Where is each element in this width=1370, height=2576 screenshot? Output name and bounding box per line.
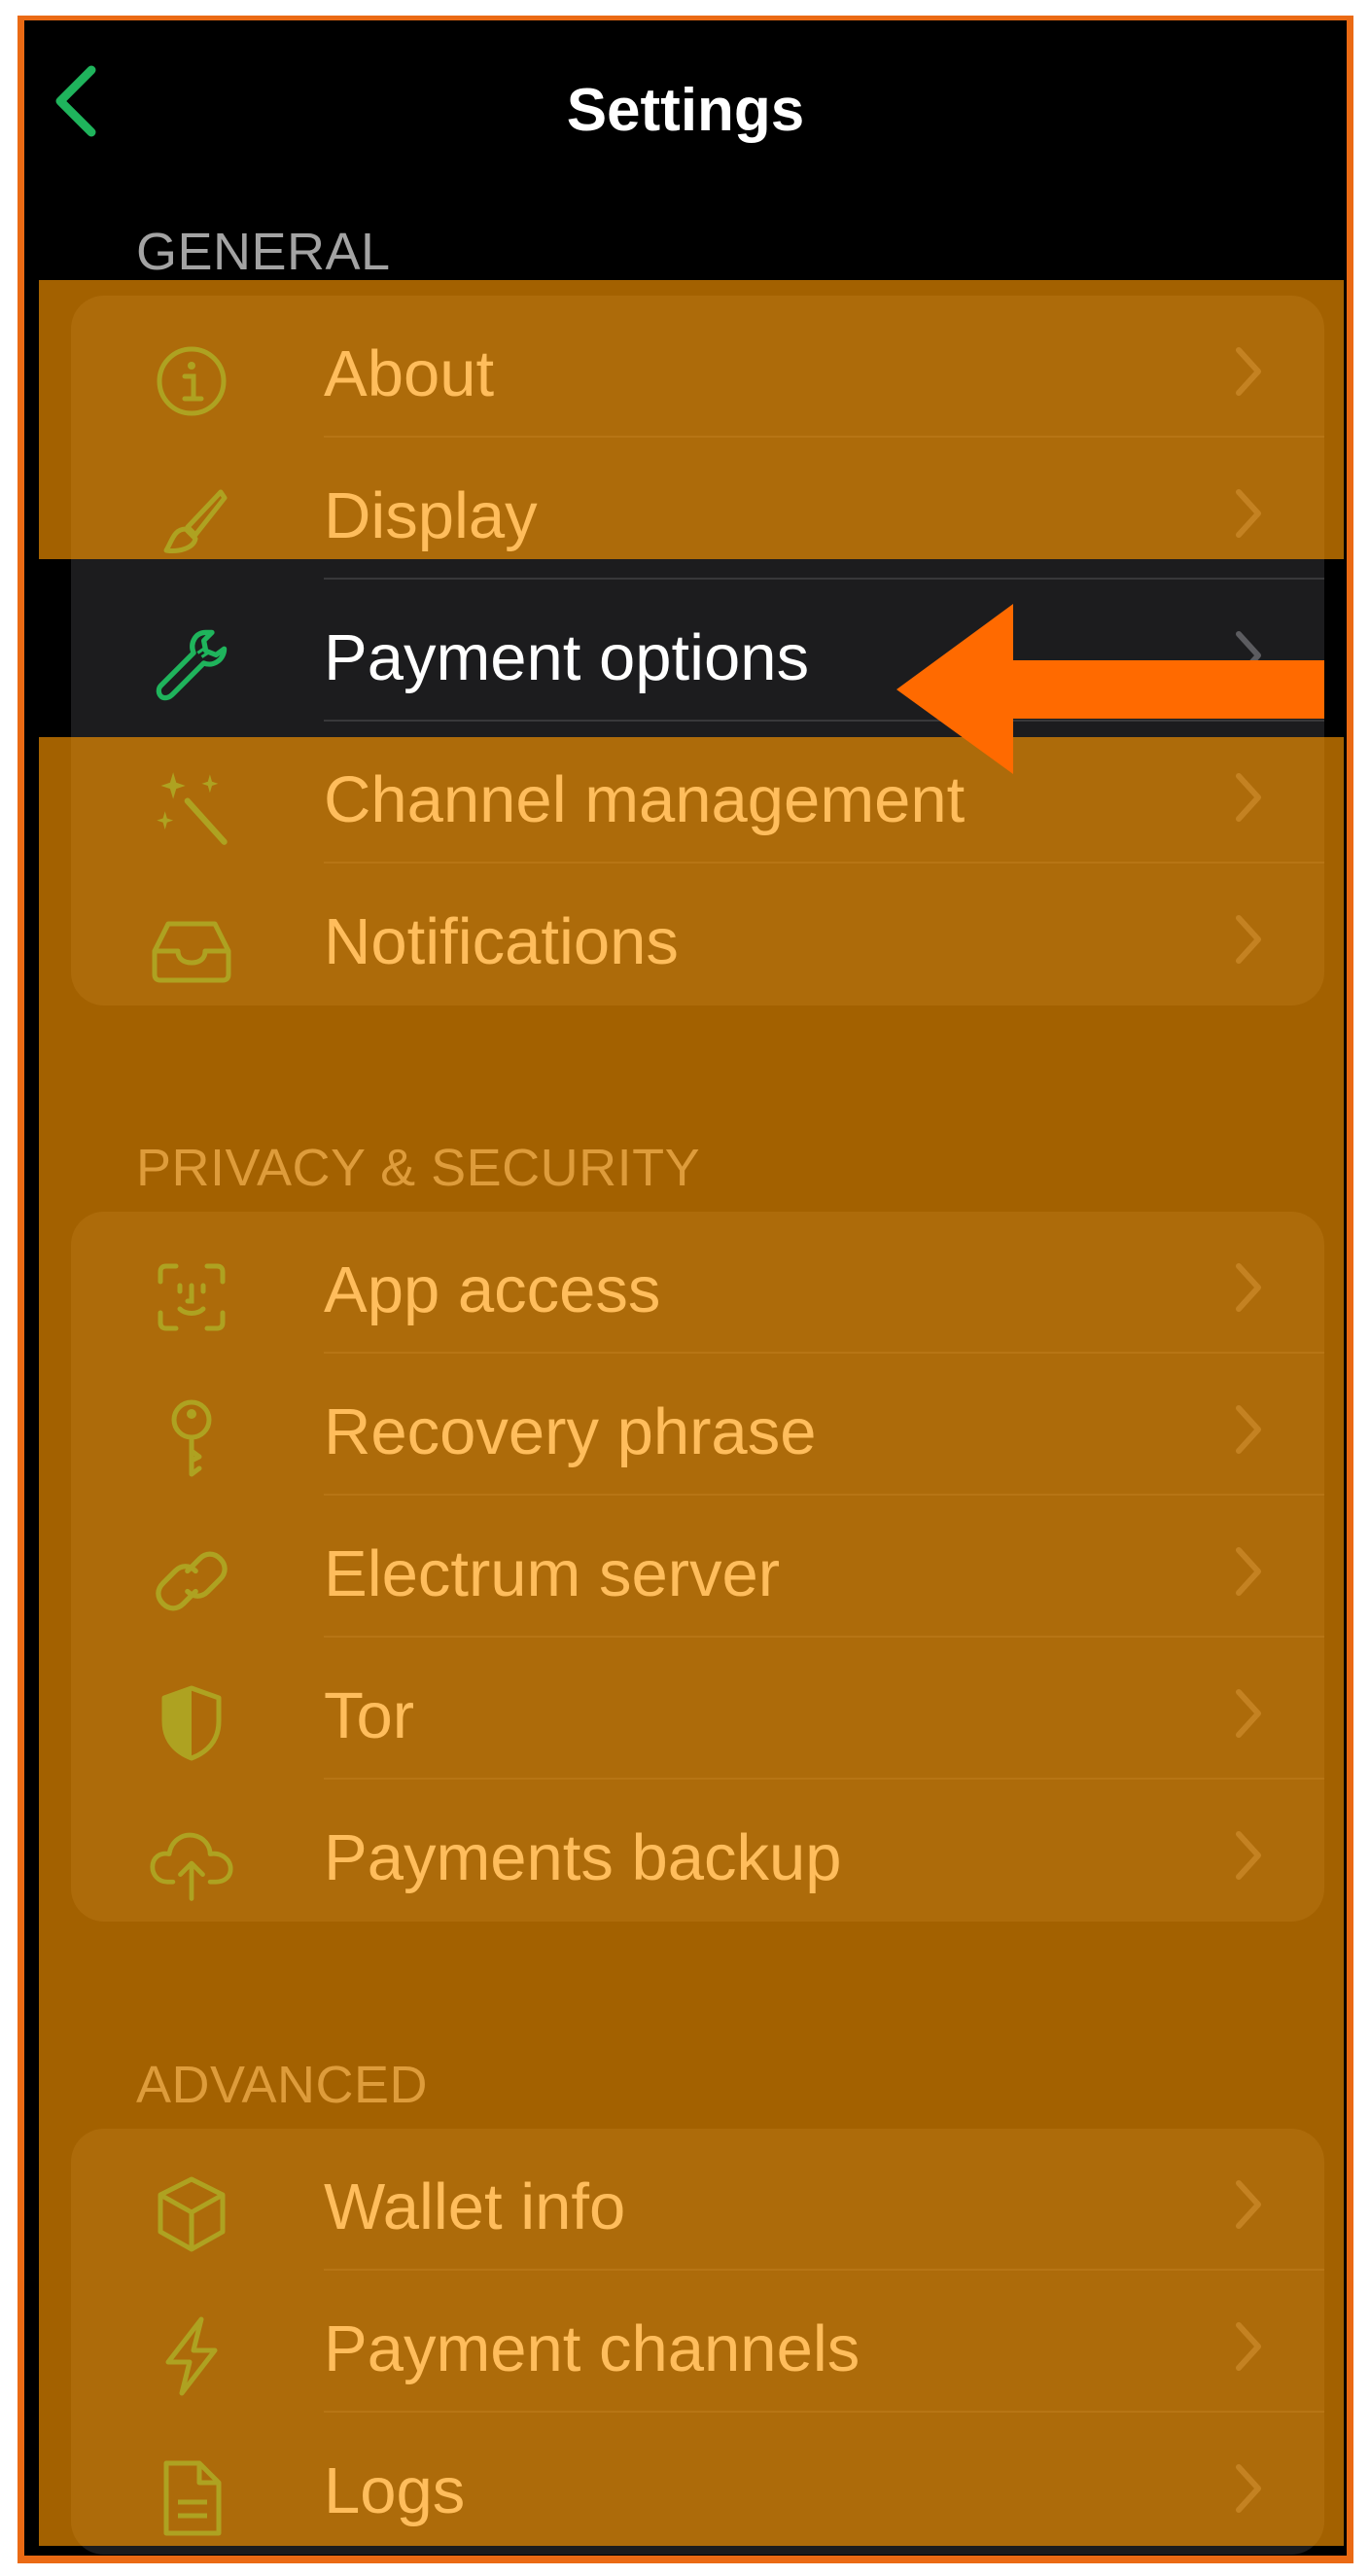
section-header-privacy-security: PRIVACY & SECURITY (136, 1139, 701, 1197)
settings-item-payment-channels[interactable]: Payment channels (71, 2271, 1324, 2413)
tray-icon (149, 906, 234, 992)
settings-item-label: Payments backup (324, 1821, 842, 1894)
chevron-right-icon (1236, 2322, 1261, 2371)
paintbrush-icon (149, 480, 234, 566)
sparkles-icon (149, 764, 234, 850)
chevron-right-icon (1236, 347, 1261, 396)
cloud-upload-icon (149, 1822, 234, 1908)
settings-item-label: Payment options (324, 621, 810, 694)
settings-item-app-access[interactable]: App access (71, 1212, 1324, 1354)
settings-item-label: Channel management (324, 763, 966, 836)
page-title: Settings (566, 77, 805, 144)
settings-item-label: About (324, 337, 495, 410)
settings-item-tor[interactable]: Tor (71, 1638, 1324, 1780)
settings-item-label: Notifications (324, 905, 679, 978)
chevron-right-icon (1236, 2180, 1261, 2229)
chevron-right-icon (1236, 773, 1261, 822)
bolt-icon (149, 2313, 234, 2399)
section-header-advanced: ADVANCED (136, 2056, 429, 2114)
settings-item-payments-backup[interactable]: Payments backup (71, 1780, 1324, 1922)
settings-item-label: Display (324, 479, 538, 552)
settings-item-display[interactable]: Display (71, 438, 1324, 580)
settings-group-advanced: Wallet info Payment channels Logs (71, 2129, 1324, 2555)
settings-item-logs[interactable]: Logs (71, 2413, 1324, 2555)
settings-item-label: Tor (324, 1679, 415, 1752)
settings-item-notifications[interactable]: Notifications (71, 864, 1324, 1006)
key-icon (149, 1396, 234, 1482)
chevron-right-icon (1236, 2464, 1261, 2513)
settings-item-label: Electrum server (324, 1537, 781, 1610)
settings-item-label: App access (324, 1253, 661, 1326)
chevron-right-icon (1236, 1689, 1261, 1738)
chevron-right-icon (1236, 1405, 1261, 1454)
section-header-general: GENERAL (136, 223, 391, 281)
face-id-icon (149, 1254, 234, 1340)
settings-item-recovery-phrase[interactable]: Recovery phrase (71, 1354, 1324, 1496)
chevron-right-icon (1236, 1263, 1261, 1312)
chevron-right-icon (1236, 915, 1261, 964)
left-arrow-icon (896, 604, 1324, 774)
cube-icon (149, 2171, 234, 2257)
chevron-right-icon (1236, 1547, 1261, 1596)
settings-item-wallet-info[interactable]: Wallet info (71, 2129, 1324, 2271)
settings-screen: Settings GENERAL About Display Payment o… (18, 16, 1353, 2563)
settings-item-electrum-server[interactable]: Electrum server (71, 1496, 1324, 1638)
settings-item-label: Recovery phrase (324, 1395, 817, 1468)
document-icon (149, 2455, 234, 2541)
link-icon (149, 1538, 234, 1624)
shield-half-icon (149, 1680, 234, 1766)
info-circle-icon (149, 338, 234, 424)
settings-item-label: Payment channels (324, 2312, 861, 2385)
wrench-icon (149, 622, 234, 708)
settings-item-about[interactable]: About (71, 296, 1324, 438)
chevron-right-icon (1236, 489, 1261, 538)
settings-item-label: Logs (324, 2454, 466, 2527)
settings-item-label: Wallet info (324, 2170, 626, 2243)
chevron-right-icon (1236, 1831, 1261, 1880)
settings-group-privacy-security: App access Recovery phrase Electrum serv… (71, 1212, 1324, 1922)
